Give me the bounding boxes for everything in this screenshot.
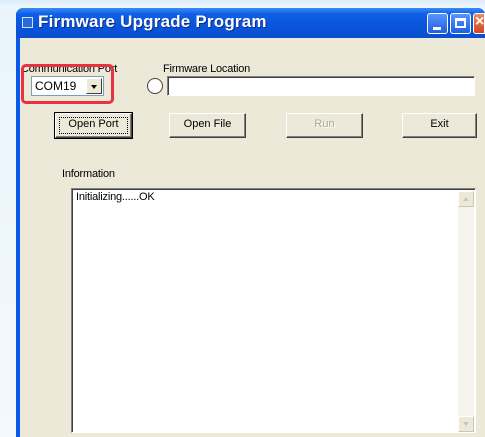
firmware-location-input[interactable] <box>167 76 475 96</box>
scroll-up-icon[interactable] <box>458 191 474 207</box>
window-title: Firmware Upgrade Program <box>38 12 267 31</box>
maximize-icon <box>455 18 466 28</box>
open-port-button[interactable]: Open Port <box>54 112 133 139</box>
exit-button[interactable]: Exit <box>402 113 477 138</box>
background-page <box>0 0 16 437</box>
firmware-location-label: Firmware Location <box>163 63 251 75</box>
open-file-button[interactable]: Open File <box>169 113 246 138</box>
run-button[interactable]: Run <box>286 113 363 138</box>
firmware-upgrade-window: Firmware Upgrade Program × Communication… <box>16 8 485 437</box>
information-log[interactable]: Initializing......OK <box>71 188 476 433</box>
scroll-down-icon[interactable] <box>458 416 474 432</box>
log-scrollbar[interactable] <box>458 191 474 432</box>
information-label: Information <box>62 168 115 180</box>
maximize-button[interactable] <box>450 13 471 34</box>
minimize-icon <box>433 27 441 30</box>
client-area: Communication Port COM19 Firmware Locati… <box>20 38 485 437</box>
log-line: Initializing......OK <box>76 191 155 203</box>
app-icon[interactable] <box>22 17 33 28</box>
minimize-button[interactable] <box>427 13 448 34</box>
status-indicator-icon <box>147 78 163 94</box>
background-page-top <box>0 0 485 8</box>
port-highlight-annotation <box>21 64 114 104</box>
close-button[interactable]: × <box>473 13 485 34</box>
title-bar[interactable]: Firmware Upgrade Program × <box>16 8 485 38</box>
close-icon: × <box>475 13 485 30</box>
